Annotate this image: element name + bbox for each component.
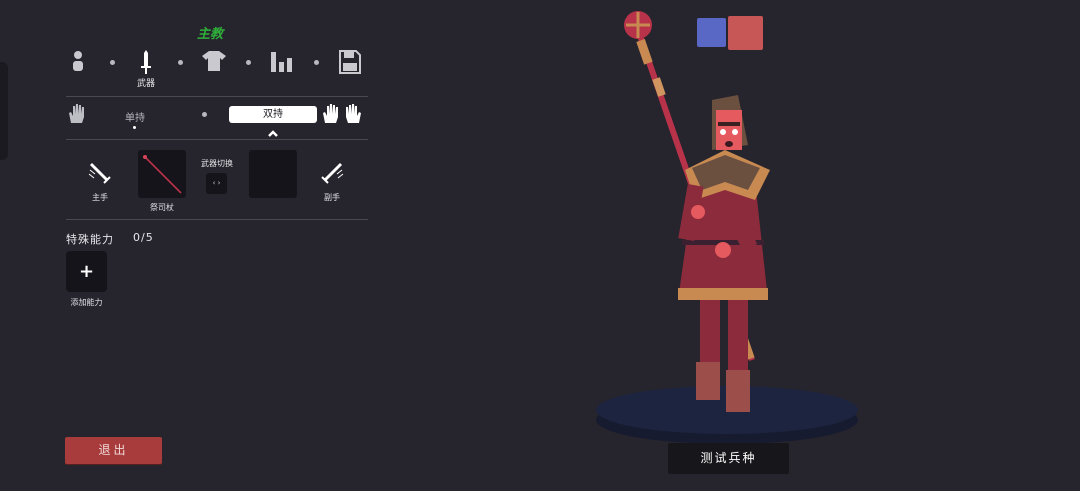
sword-icon — [141, 50, 151, 74]
weapon-swap-label: 武器切换 — [201, 159, 233, 168]
weapon-swap-button[interactable]: ‹ › — [206, 173, 227, 194]
main-hand-icon — [87, 160, 113, 190]
shirt-icon — [202, 51, 226, 71]
grip-option-two-handed[interactable]: 双持 — [229, 106, 317, 123]
unit-preview[interactable] — [580, 0, 880, 460]
tab-body[interactable] — [58, 50, 98, 72]
person-icon — [73, 51, 83, 71]
tab-stats[interactable] — [262, 50, 302, 72]
main-hand-weapon-slot[interactable] — [138, 150, 186, 198]
tab-save[interactable] — [330, 50, 370, 74]
unit-name-label[interactable]: 测试兵种 — [668, 443, 789, 474]
one-hand-icon — [67, 103, 87, 129]
off-hand-icon — [319, 160, 345, 190]
exit-button[interactable]: 退出 — [65, 437, 162, 464]
priest-staff-icon — [143, 155, 182, 194]
main-hand-label: 主手 — [92, 193, 108, 202]
left-edge-tab[interactable] — [0, 62, 8, 160]
separator-dot — [246, 60, 251, 65]
separator-dot — [110, 60, 115, 65]
tab-clothing[interactable] — [194, 50, 234, 72]
main-weapon-name: 祭司杖 — [150, 203, 174, 212]
off-hand-weapon-slot[interactable] — [249, 150, 297, 198]
separator-dot — [314, 60, 319, 65]
add-ability-label: 添加能力 — [70, 298, 103, 307]
floppy-disk-icon — [339, 50, 361, 74]
special-abilities-label: 特殊能力 — [66, 233, 114, 246]
divider — [66, 219, 368, 220]
add-ability-button[interactable]: + — [66, 251, 107, 292]
separator-dot — [178, 60, 183, 65]
tab-weapon-label: 武器 — [136, 79, 155, 89]
grip-indicator-dot — [133, 126, 136, 129]
divider — [66, 139, 368, 140]
grip-option-one-handed[interactable]: 单持 — [115, 109, 155, 124]
unit-type-title: 主教 — [196, 27, 223, 42]
bar-chart-icon — [271, 52, 292, 72]
two-hands-icon — [321, 103, 363, 129]
off-hand-label: 副手 — [324, 193, 340, 202]
divider — [66, 96, 368, 97]
separator-dot — [202, 112, 207, 117]
ability-count: 0/5 — [133, 231, 154, 244]
tab-weapon[interactable]: 武器 — [126, 50, 166, 89]
